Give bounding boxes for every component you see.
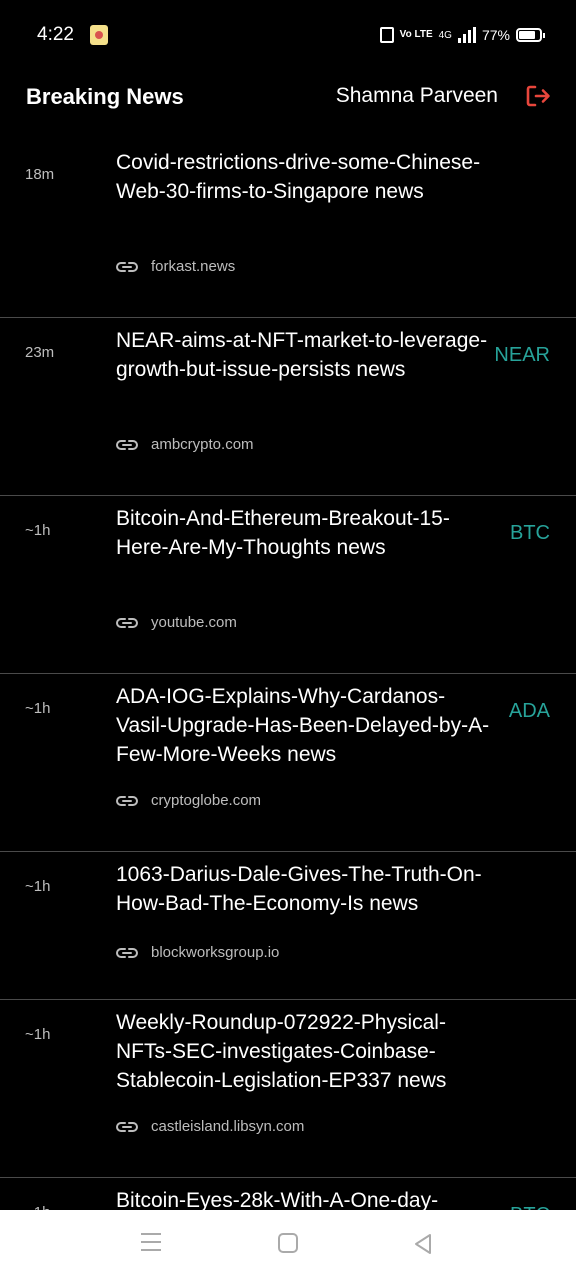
link-icon [116, 616, 138, 630]
signal-icon [457, 27, 476, 43]
link-icon [116, 1120, 138, 1134]
news-title[interactable]: Covid-restrictions-drive-some-Chinese-We… [116, 148, 496, 206]
link-icon [116, 946, 138, 960]
news-title[interactable]: Weekly-Roundup-072922-Physical-NFTs-SEC-… [116, 1008, 496, 1095]
user-name: Shamna Parveen [335, 84, 498, 107]
news-time: ~1h [25, 878, 51, 895]
news-item[interactable]: 18m Covid-restrictions-drive-some-Chinese… [0, 140, 576, 318]
news-time: ~1h [25, 700, 51, 717]
news-source-link[interactable]: forkast.news [116, 258, 235, 275]
network-type: 4G [438, 29, 452, 41]
news-ticker[interactable]: BTC [510, 522, 550, 545]
menu-icon[interactable] [141, 1233, 161, 1253]
news-time: ~1h [25, 522, 51, 539]
news-title[interactable]: 1063-Darius-Dale-Gives-The-Truth-On-How-… [116, 860, 496, 918]
news-source: cryptoglobe.com [151, 792, 262, 809]
news-time: 23m [25, 344, 55, 361]
status-indicators: Vo LTE 4G 77% [379, 25, 545, 45]
news-item[interactable]: ~1h ADA-IOG-Explains-Why-Cardanos-Vasil-U… [0, 674, 576, 852]
link-icon [116, 794, 138, 808]
link-icon [116, 260, 138, 274]
news-item[interactable]: 23m NEAR-aims-at-NFT-market-to-leverage-g… [0, 318, 576, 496]
news-title[interactable]: Bitcoin-Eyes-28k-With-A-One-day- [116, 1186, 496, 1210]
battery-icon [516, 28, 545, 42]
system-nav-bar [0, 1210, 576, 1280]
news-item[interactable]: ~1h Weekly-Roundup-072922-Physical-NFTs-S… [0, 1000, 576, 1178]
news-source-link[interactable]: ambcrypto.com [116, 436, 254, 453]
volte-indicator: Vo LTE [399, 29, 433, 40]
news-time: ~1h [25, 1026, 51, 1043]
news-ticker[interactable]: NEAR [494, 344, 550, 367]
news-source: forkast.news [151, 258, 236, 275]
vibrate-icon [379, 27, 394, 43]
app-header: Breaking News Shamna Parveen [0, 70, 576, 122]
logout-icon[interactable] [524, 82, 552, 110]
status-time: 4:22 [37, 24, 74, 45]
news-ticker[interactable]: ADA [509, 700, 550, 723]
news-source: castleisland.libsyn.com [151, 1118, 305, 1135]
status-bar: 4:22 Vo LTE 4G 77% [0, 0, 576, 70]
news-source-link[interactable]: castleisland.libsyn.com [116, 1118, 304, 1135]
news-source: youtube.com [151, 614, 237, 631]
news-title[interactable]: ADA-IOG-Explains-Why-Cardanos-Vasil-Upgr… [116, 682, 496, 769]
news-source-link[interactable]: cryptoglobe.com [116, 792, 261, 809]
news-time: 18m [25, 166, 55, 183]
link-icon [116, 438, 138, 452]
news-source-link[interactable]: blockworksgroup.io [116, 944, 279, 961]
news-item[interactable]: ~1h Bitcoin-And-Ethereum-Breakout-15-Here… [0, 496, 576, 674]
news-source: blockworksgroup.io [151, 944, 280, 961]
news-source: ambcrypto.com [151, 436, 254, 453]
news-item[interactable]: ~1h 1063-Darius-Dale-Gives-The-Truth-On-H… [0, 852, 576, 1000]
home-icon[interactable] [278, 1233, 298, 1253]
notification-app-icon [90, 25, 108, 45]
battery-percent: 77% [481, 27, 510, 43]
back-icon[interactable] [412, 1233, 434, 1255]
news-title[interactable]: NEAR-aims-at-NFT-market-to-leverage-grow… [116, 326, 496, 384]
page-title: Breaking News [26, 84, 184, 109]
news-title[interactable]: Bitcoin-And-Ethereum-Breakout-15-Here-Ar… [116, 504, 496, 562]
news-source-link[interactable]: youtube.com [116, 614, 237, 631]
news-item[interactable]: ~1hBitcoin-Eyes-28k-With-A-One-day-BTC [0, 1178, 576, 1210]
news-feed[interactable]: 18m Covid-restrictions-drive-some-Chinese… [0, 140, 576, 1210]
